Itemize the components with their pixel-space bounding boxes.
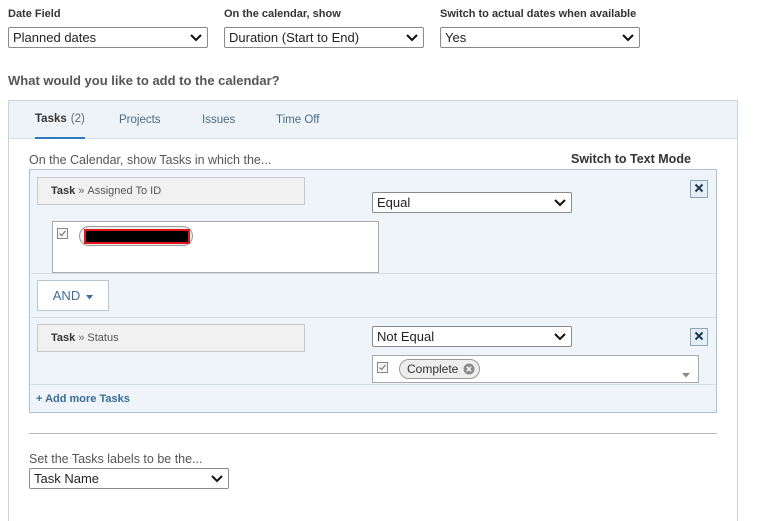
value-pill[interactable]: Complete [399, 359, 481, 379]
switch-to-text-mode-link[interactable]: Switch to Text Mode [571, 152, 691, 166]
filter-field-chip[interactable]: Task » Assigned To ID [37, 177, 305, 205]
conjunction-button[interactable]: AND [37, 280, 109, 311]
close-icon [694, 180, 704, 198]
checkbox-icon[interactable] [377, 360, 388, 378]
conjunction-label: AND [52, 288, 81, 303]
operator-value: Not Equal [377, 329, 435, 344]
add-more-tasks-link[interactable]: + Add more Tasks [36, 393, 130, 405]
show-on-calendar-label: On the calendar, show [224, 8, 341, 20]
caret-down-icon [86, 288, 94, 303]
operator-select[interactable]: Not Equal [372, 326, 572, 347]
tab-issues[interactable]: Issues [202, 101, 235, 139]
add-to-calendar-question: What would you like to add to the calend… [8, 73, 280, 88]
chevron-down-icon [621, 31, 635, 45]
filter-divider [31, 273, 717, 274]
tab-tasks-count: (2) [70, 113, 85, 125]
filter-object: Task [51, 332, 76, 344]
value-pill-label: Complete [407, 362, 459, 376]
tab-projects[interactable]: Projects [119, 101, 161, 139]
status-value-box[interactable]: Complete [372, 355, 699, 383]
date-field-select[interactable]: Planned dates [8, 27, 208, 48]
filter-separator: » [78, 332, 85, 344]
tab-bar: Tasks (2) Projects Issues Time Off [9, 101, 737, 139]
task-label-value: Task Name [34, 471, 100, 486]
filter-field-name: Status [87, 332, 119, 344]
labels-hint: Set the Tasks labels to be the... [29, 452, 203, 466]
switch-actual-select[interactable]: Yes [440, 27, 640, 48]
tab-tasks[interactable]: Tasks (2) [35, 101, 85, 139]
section-divider [29, 433, 717, 434]
chevron-down-icon [210, 472, 224, 486]
operator-value: Equal [377, 195, 411, 210]
filter-divider [31, 317, 717, 318]
filter-divider [31, 384, 717, 385]
date-field-value: Planned dates [13, 30, 97, 45]
calendar-content-panel: Tasks (2) Projects Issues Time Off On th… [8, 100, 738, 521]
filter-object: Task [51, 185, 76, 197]
task-label-select[interactable]: Task Name [29, 468, 229, 489]
filter-hint: On the Calendar, show Tasks in which the… [29, 153, 272, 167]
chevron-down-icon [189, 31, 203, 45]
caret-down-icon[interactable] [682, 365, 690, 383]
operator-select[interactable]: Equal [372, 192, 572, 213]
filter-value-box[interactable] [52, 221, 379, 273]
remove-filter-button[interactable] [690, 328, 708, 346]
filter-separator: » [78, 185, 85, 197]
redacted-value [84, 228, 190, 244]
show-on-calendar-select[interactable]: Duration (Start to End) [224, 27, 424, 48]
chevron-down-icon [553, 330, 567, 344]
chevron-down-icon [405, 31, 419, 45]
date-field-label: Date Field [8, 8, 61, 20]
tab-time-off[interactable]: Time Off [276, 101, 319, 139]
filter-field-name: Assigned To ID [87, 185, 162, 197]
remove-filter-button[interactable] [690, 180, 708, 198]
filter-field-chip[interactable]: Task » Status [37, 324, 305, 352]
value-pill[interactable] [79, 226, 193, 246]
checkbox-icon[interactable] [57, 226, 68, 244]
switch-actual-value: Yes [445, 30, 467, 45]
show-on-calendar-value: Duration (Start to End) [229, 30, 360, 45]
filter-box: Task » Assigned To ID Equal AND Task » S… [29, 169, 717, 413]
close-icon [694, 328, 704, 346]
tab-tasks-label: Tasks [35, 113, 67, 125]
pill-remove-icon[interactable] [463, 363, 475, 375]
switch-actual-label: Switch to actual dates when available [440, 8, 637, 20]
chevron-down-icon [553, 196, 567, 210]
